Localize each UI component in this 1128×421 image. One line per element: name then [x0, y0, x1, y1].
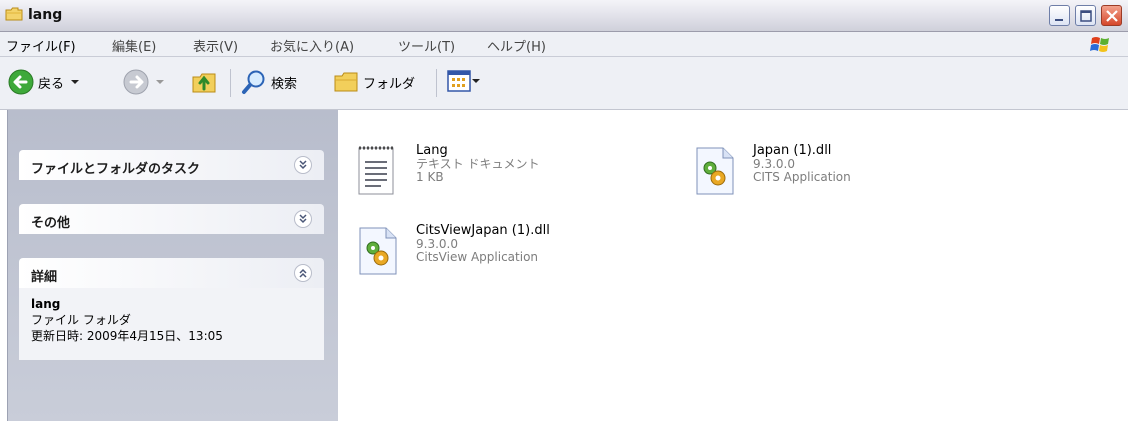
back-arrow-icon: [8, 69, 34, 95]
chevron-down-icon[interactable]: [471, 76, 481, 86]
collapse-icon[interactable]: [294, 264, 312, 282]
expand-icon[interactable]: [294, 156, 312, 174]
list-item[interactable]: Japan (1).dll 9.3.0.0 CITS Application: [691, 143, 851, 200]
maximize-button[interactable]: [1075, 5, 1096, 26]
windows-logo-icon: [1090, 37, 1109, 52]
title-bar[interactable]: lang: [0, 0, 1128, 32]
toolbar: 戻る 検索 フォルダ: [0, 57, 1128, 110]
minimize-button[interactable]: [1049, 5, 1070, 26]
folders-button[interactable]: フォルダ: [333, 69, 415, 95]
file-name: CitsViewJapan (1).dll: [416, 223, 550, 238]
file-folder-tasks-panel: ファイルとフォルダのタスク: [19, 150, 324, 180]
menu-file[interactable]: ファイル(F): [6, 36, 76, 55]
menu-tools[interactable]: ツール(T): [398, 36, 455, 55]
details-header[interactable]: 詳細: [19, 258, 324, 288]
maximize-icon: [1080, 10, 1092, 22]
forward-button[interactable]: [123, 69, 167, 95]
folder-icon: [5, 7, 23, 21]
details-type: ファイル フォルダ: [31, 313, 131, 327]
other-panel: その他: [19, 204, 324, 234]
back-button[interactable]: 戻る: [8, 69, 82, 95]
search-button[interactable]: 検索: [241, 69, 297, 95]
details-name: lang: [31, 297, 61, 311]
menu-bar: ファイル(F) 編集(E) 表示(V) お気に入り(A) ツール(T) ヘルプ(…: [0, 32, 1128, 57]
file-name: Japan (1).dll: [753, 143, 832, 158]
task-pane: ファイルとフォルダのタスク その他 詳細 lang ファイル フォルダ 更新日時…: [0, 110, 338, 421]
forward-arrow-icon: [123, 69, 149, 95]
views-icon: [447, 70, 471, 92]
menu-view[interactable]: 表示(V): [193, 36, 238, 55]
file-folder-tasks-title: ファイルとフォルダのタスク: [31, 162, 201, 177]
expand-icon[interactable]: [294, 210, 312, 228]
menu-help[interactable]: ヘルプ(H): [487, 36, 546, 55]
folders-label: フォルダ: [363, 76, 416, 92]
file-description: CitsView Application: [416, 250, 539, 264]
file-folder-tasks-header[interactable]: ファイルとフォルダのタスク: [19, 150, 324, 180]
up-folder-button[interactable]: [190, 68, 218, 96]
text-document-icon: [358, 146, 394, 195]
folder-icon: [334, 72, 358, 92]
file-description: CITS Application: [753, 170, 851, 184]
window-title: lang: [28, 7, 63, 23]
menu-favorites[interactable]: お気に入り(A): [270, 36, 354, 55]
close-button[interactable]: [1101, 5, 1122, 26]
up-folder-icon: [192, 73, 216, 93]
close-icon: [1106, 10, 1118, 22]
minimize-icon: [1055, 19, 1063, 21]
details-body: lang ファイル フォルダ 更新日時: 2009年4月15日、13:05: [19, 288, 324, 360]
file-size: 1 KB: [416, 170, 444, 184]
menu-edit[interactable]: 編集(E): [112, 36, 156, 55]
back-label: 戻る: [38, 76, 65, 92]
details-title: 詳細: [31, 270, 58, 285]
dll-file-icon: [696, 147, 734, 195]
chevron-down-icon[interactable]: [68, 77, 82, 87]
list-item[interactable]: CitsViewJapan (1).dll 9.3.0.0 CitsView A…: [354, 223, 550, 280]
file-name: Lang: [416, 143, 448, 158]
search-icon: [242, 70, 265, 94]
views-button[interactable]: [447, 70, 481, 92]
search-label: 検索: [271, 76, 298, 92]
other-title: その他: [31, 216, 71, 231]
file-list: Lang テキスト ドキュメント 1 KB Japan (1).dll 9.3.…: [339, 110, 1128, 421]
chevron-down-icon[interactable]: [153, 77, 167, 87]
list-item[interactable]: Lang テキスト ドキュメント 1 KB: [354, 143, 539, 200]
other-header[interactable]: その他: [19, 204, 324, 234]
details-panel: 詳細 lang ファイル フォルダ 更新日時: 2009年4月15日、13:05: [19, 258, 324, 360]
dll-file-icon: [359, 227, 397, 275]
details-modified: 更新日時: 2009年4月15日、13:05: [31, 329, 223, 343]
